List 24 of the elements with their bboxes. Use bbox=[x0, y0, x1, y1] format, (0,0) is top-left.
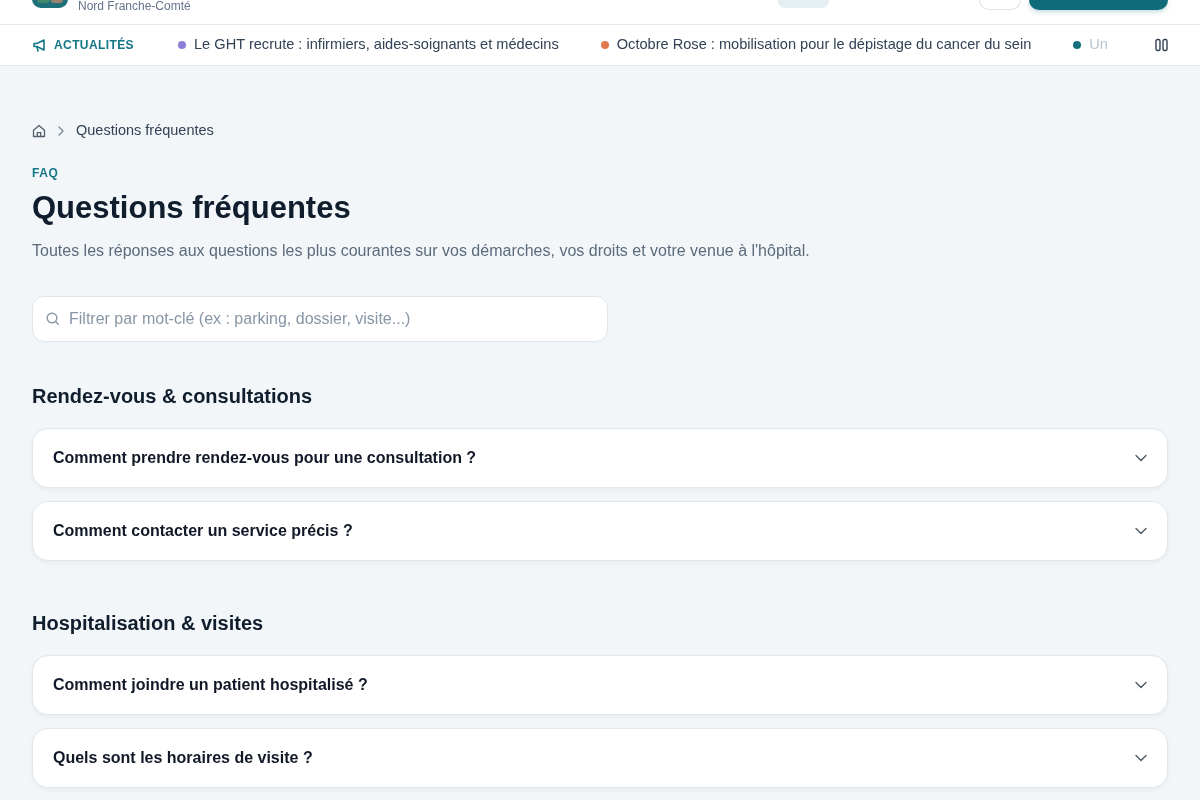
home-icon bbox=[32, 124, 46, 138]
home-link[interactable] bbox=[32, 124, 46, 138]
logo-icon bbox=[32, 0, 68, 8]
section-heading: Rendez-vous & consultations bbox=[32, 384, 314, 409]
faq-question-button[interactable]: Comment contacter un service précis ? bbox=[32, 501, 1168, 561]
search-icon bbox=[46, 312, 59, 325]
megaphone-icon bbox=[32, 38, 46, 52]
news-link[interactable]: Octobre Rose : mobilisation pour le dépistage du cancer du sein bbox=[616, 34, 1032, 56]
section-eyebrow: FAQ bbox=[32, 165, 60, 181]
news-link[interactable]: Le GHT recrute : infirmiers, aides-soignants et médecins bbox=[194, 34, 559, 56]
page-intro: Toutes les réponses aux questions les plus courantes sur vos démarches, vos droits et votre venue à l'hôpital. bbox=[32, 241, 811, 261]
search-field[interactable]: Filtrer par mot-clé (ex : parking, dossier, visite...) bbox=[32, 296, 608, 342]
ticker-label: ACTUALITÉS bbox=[54, 36, 134, 54]
chevron-right-icon bbox=[58, 126, 64, 136]
primary-button[interactable] bbox=[1029, 0, 1168, 10]
breadcrumb-current: Questions fréquentes bbox=[76, 121, 214, 141]
pause-icon bbox=[1154, 38, 1168, 52]
faq-question-button[interactable]: Comment joindre un patient hospitalisé ? bbox=[32, 655, 1168, 715]
page-title: Questions fréquentes bbox=[32, 190, 352, 226]
site-subtitle: Nord Franche-Comté bbox=[78, 0, 191, 12]
section-heading: Hospitalisation & visites bbox=[32, 611, 265, 636]
faq-question-button[interactable]: Quels sont les horaires de visite ? bbox=[32, 728, 1168, 788]
pause-button[interactable] bbox=[1154, 38, 1168, 52]
faq-question-button[interactable]: Comment prendre rendez-vous pour une consultation ? bbox=[32, 428, 1168, 488]
